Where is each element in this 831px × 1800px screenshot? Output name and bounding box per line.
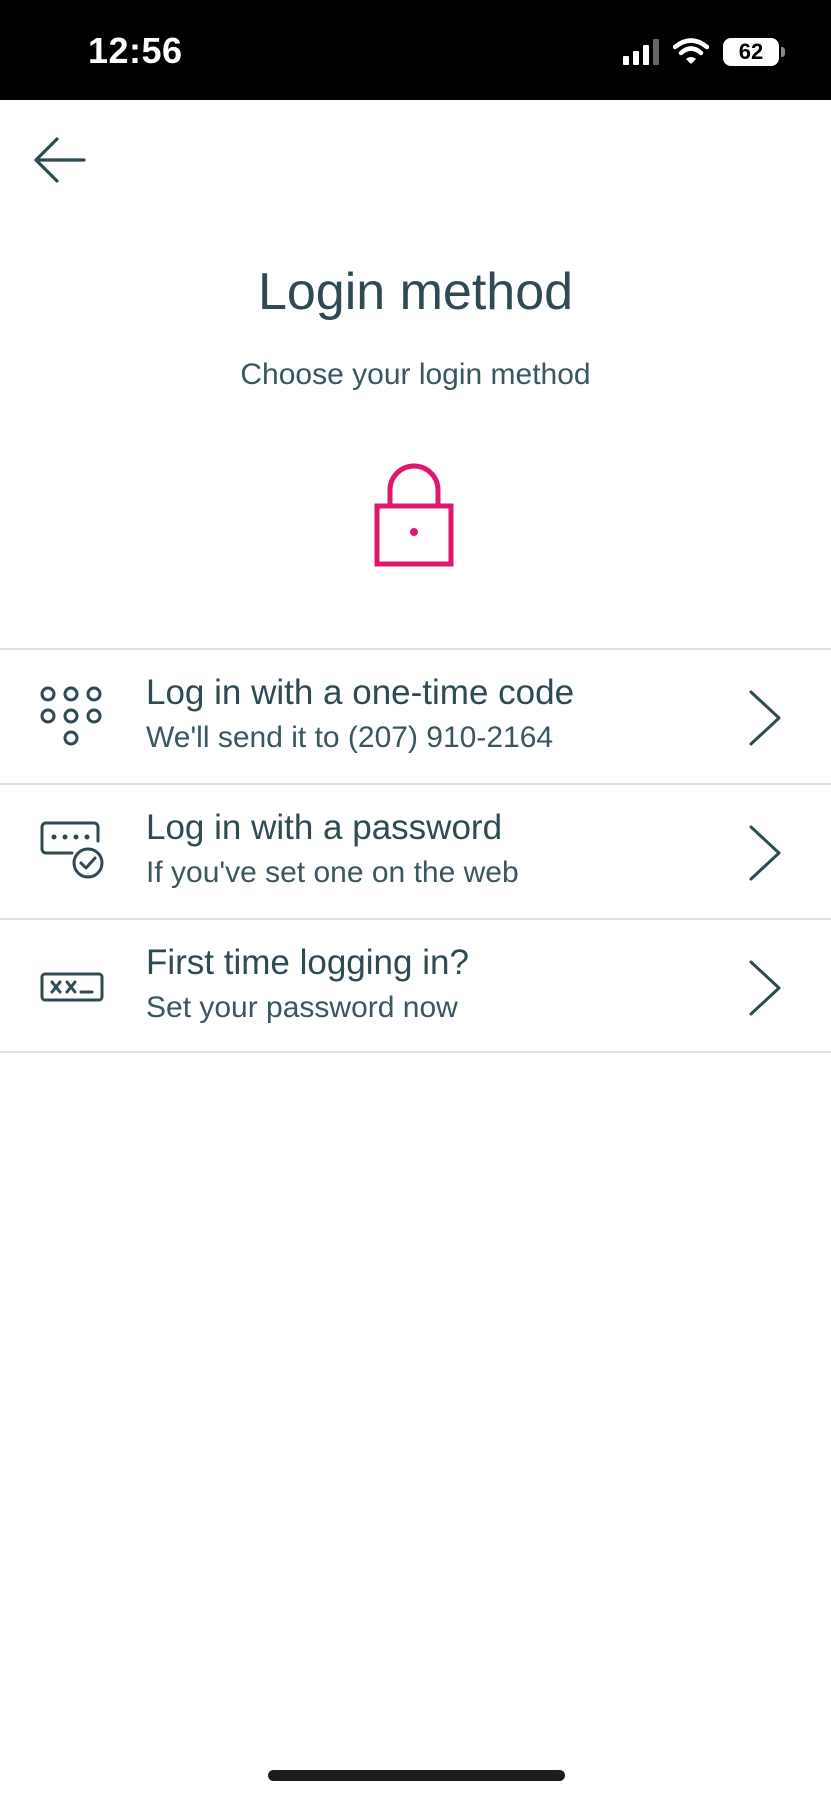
page-subtitle: Choose your login method: [240, 358, 591, 391]
option-text: First time logging in? Set your password…: [146, 940, 469, 1030]
option-description: If you've set one on the web: [146, 856, 519, 889]
password-option[interactable]: Log in with a password If you've set one…: [0, 783, 831, 918]
back-arrow-icon[interactable]: [30, 130, 90, 190]
status-time: 12:56: [88, 30, 183, 71]
option-title: First time logging in?: [146, 943, 469, 982]
option-description: Set your password now: [146, 991, 458, 1024]
option-description: We'll send it to (207) 910-2164: [146, 721, 554, 754]
option-title: Log in with a one-time code: [146, 673, 575, 712]
one-time-code-option[interactable]: Log in with a one-time code We'll send i…: [0, 648, 831, 783]
chevron-right-icon: [749, 825, 781, 881]
lock-icon: [374, 463, 454, 567]
password-check-icon: [40, 821, 104, 879]
status-indicators: 62: [623, 38, 785, 66]
keypad-icon: [40, 686, 102, 746]
battery-icon: 62: [723, 38, 785, 66]
cellular-signal-icon: [623, 39, 659, 65]
first-time-option[interactable]: First time logging in? Set your password…: [0, 918, 831, 1053]
page-title: Login method: [257, 263, 574, 321]
chevron-right-icon: [749, 690, 781, 746]
chevron-right-icon: [749, 960, 781, 1016]
option-text: Log in with a one-time code We'll send i…: [146, 670, 574, 760]
option-text: Log in with a password If you've set one…: [146, 805, 519, 895]
status-bar: 12:56 62: [0, 0, 831, 100]
password-field-icon: [40, 972, 104, 1002]
option-title: Log in with a password: [146, 808, 503, 847]
home-indicator[interactable]: [268, 1770, 565, 1781]
login-method-list: Log in with a one-time code We'll send i…: [0, 648, 831, 1053]
login-method-screen: 12:56 62 Login method Choose your login …: [0, 0, 831, 1800]
wifi-icon: [673, 38, 709, 64]
